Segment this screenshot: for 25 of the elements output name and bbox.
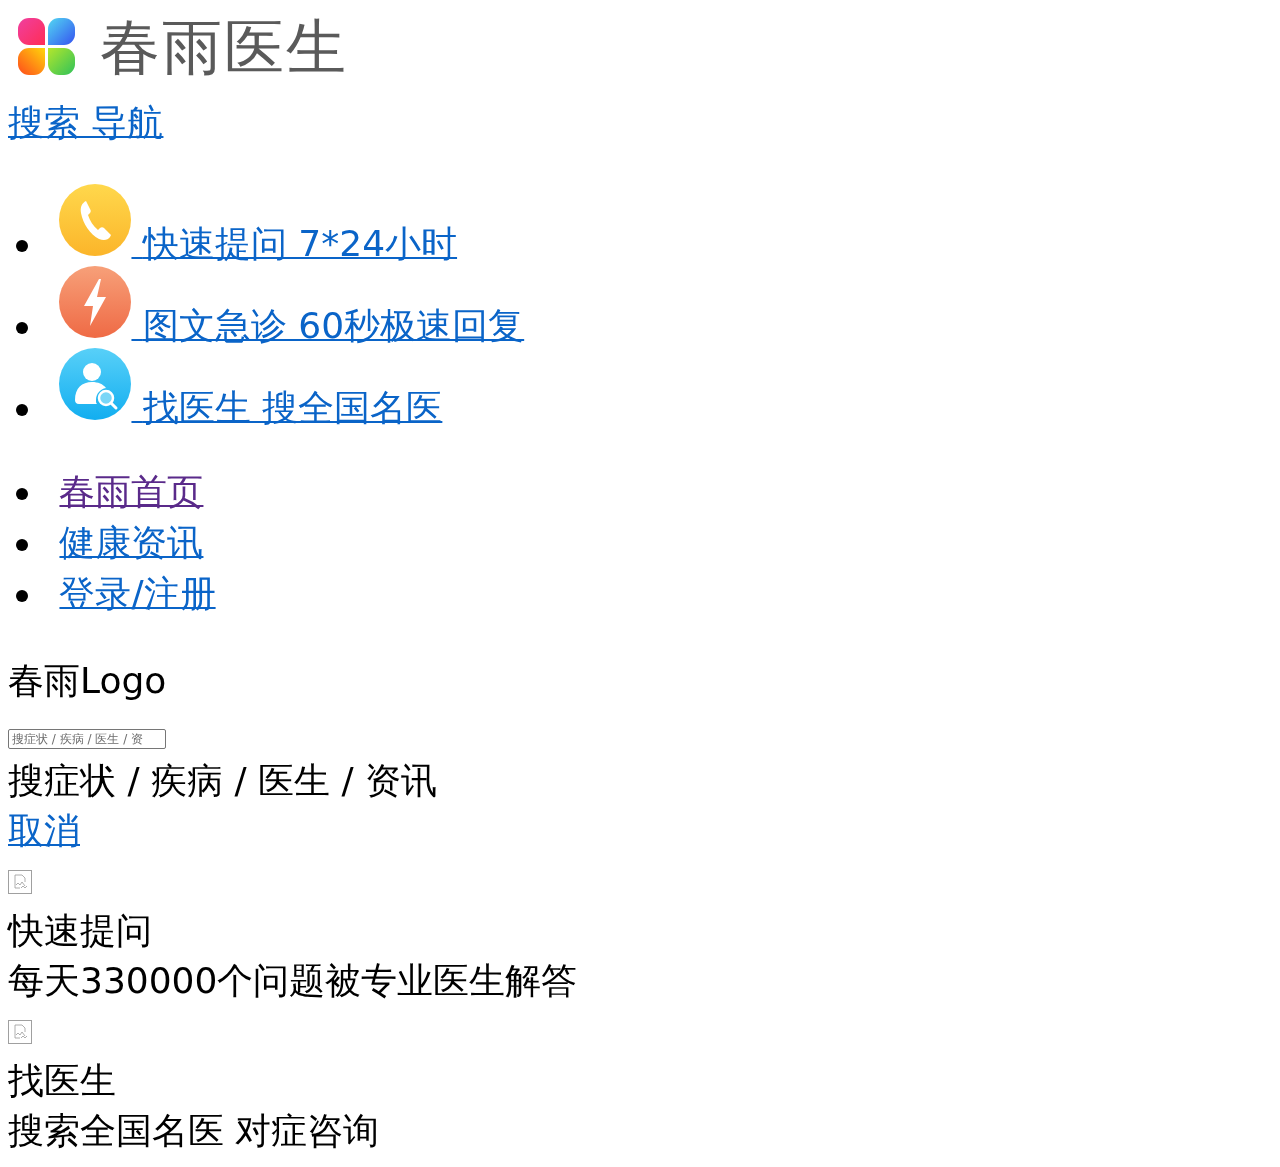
nav-link[interactable]: 春雨首页 xyxy=(59,471,204,512)
bullet-icon xyxy=(16,404,28,416)
bullet-icon xyxy=(16,322,28,334)
broken-image-icon xyxy=(8,1020,32,1044)
search-field[interactable]: 搜症状 / 疾病 / 医生 / 资 xyxy=(8,729,166,749)
lightning-icon xyxy=(59,266,132,338)
logo-alt-text: 春雨Logo xyxy=(8,659,167,703)
feature-title: 找医生 xyxy=(8,1059,116,1103)
bullet-icon xyxy=(16,240,28,252)
search-nav-link[interactable]: 搜索 导航 xyxy=(8,102,164,143)
cancel-link[interactable]: 取消 xyxy=(8,810,80,851)
bullet-icon xyxy=(16,590,28,602)
brand-name: 春雨医生 xyxy=(100,11,348,82)
feature-description: 搜索全国名医 对症咨询 xyxy=(8,1109,380,1153)
nav-link[interactable]: 登录/注册 xyxy=(59,573,216,614)
user-search-icon xyxy=(59,348,132,420)
clover-logo-icon xyxy=(18,18,75,75)
feature-title: 快速提问 xyxy=(8,909,152,953)
bullet-icon xyxy=(16,488,28,500)
bullet-icon xyxy=(16,539,28,551)
search-prompt: 搜症状 / 疾病 / 医生 / 资讯 xyxy=(8,759,438,803)
phone-icon xyxy=(59,184,132,256)
feature-description: 每天330000个问题被专业医生解答 xyxy=(8,959,578,1003)
nav-link[interactable]: 健康资讯 xyxy=(59,522,204,563)
broken-image-icon xyxy=(8,870,32,894)
